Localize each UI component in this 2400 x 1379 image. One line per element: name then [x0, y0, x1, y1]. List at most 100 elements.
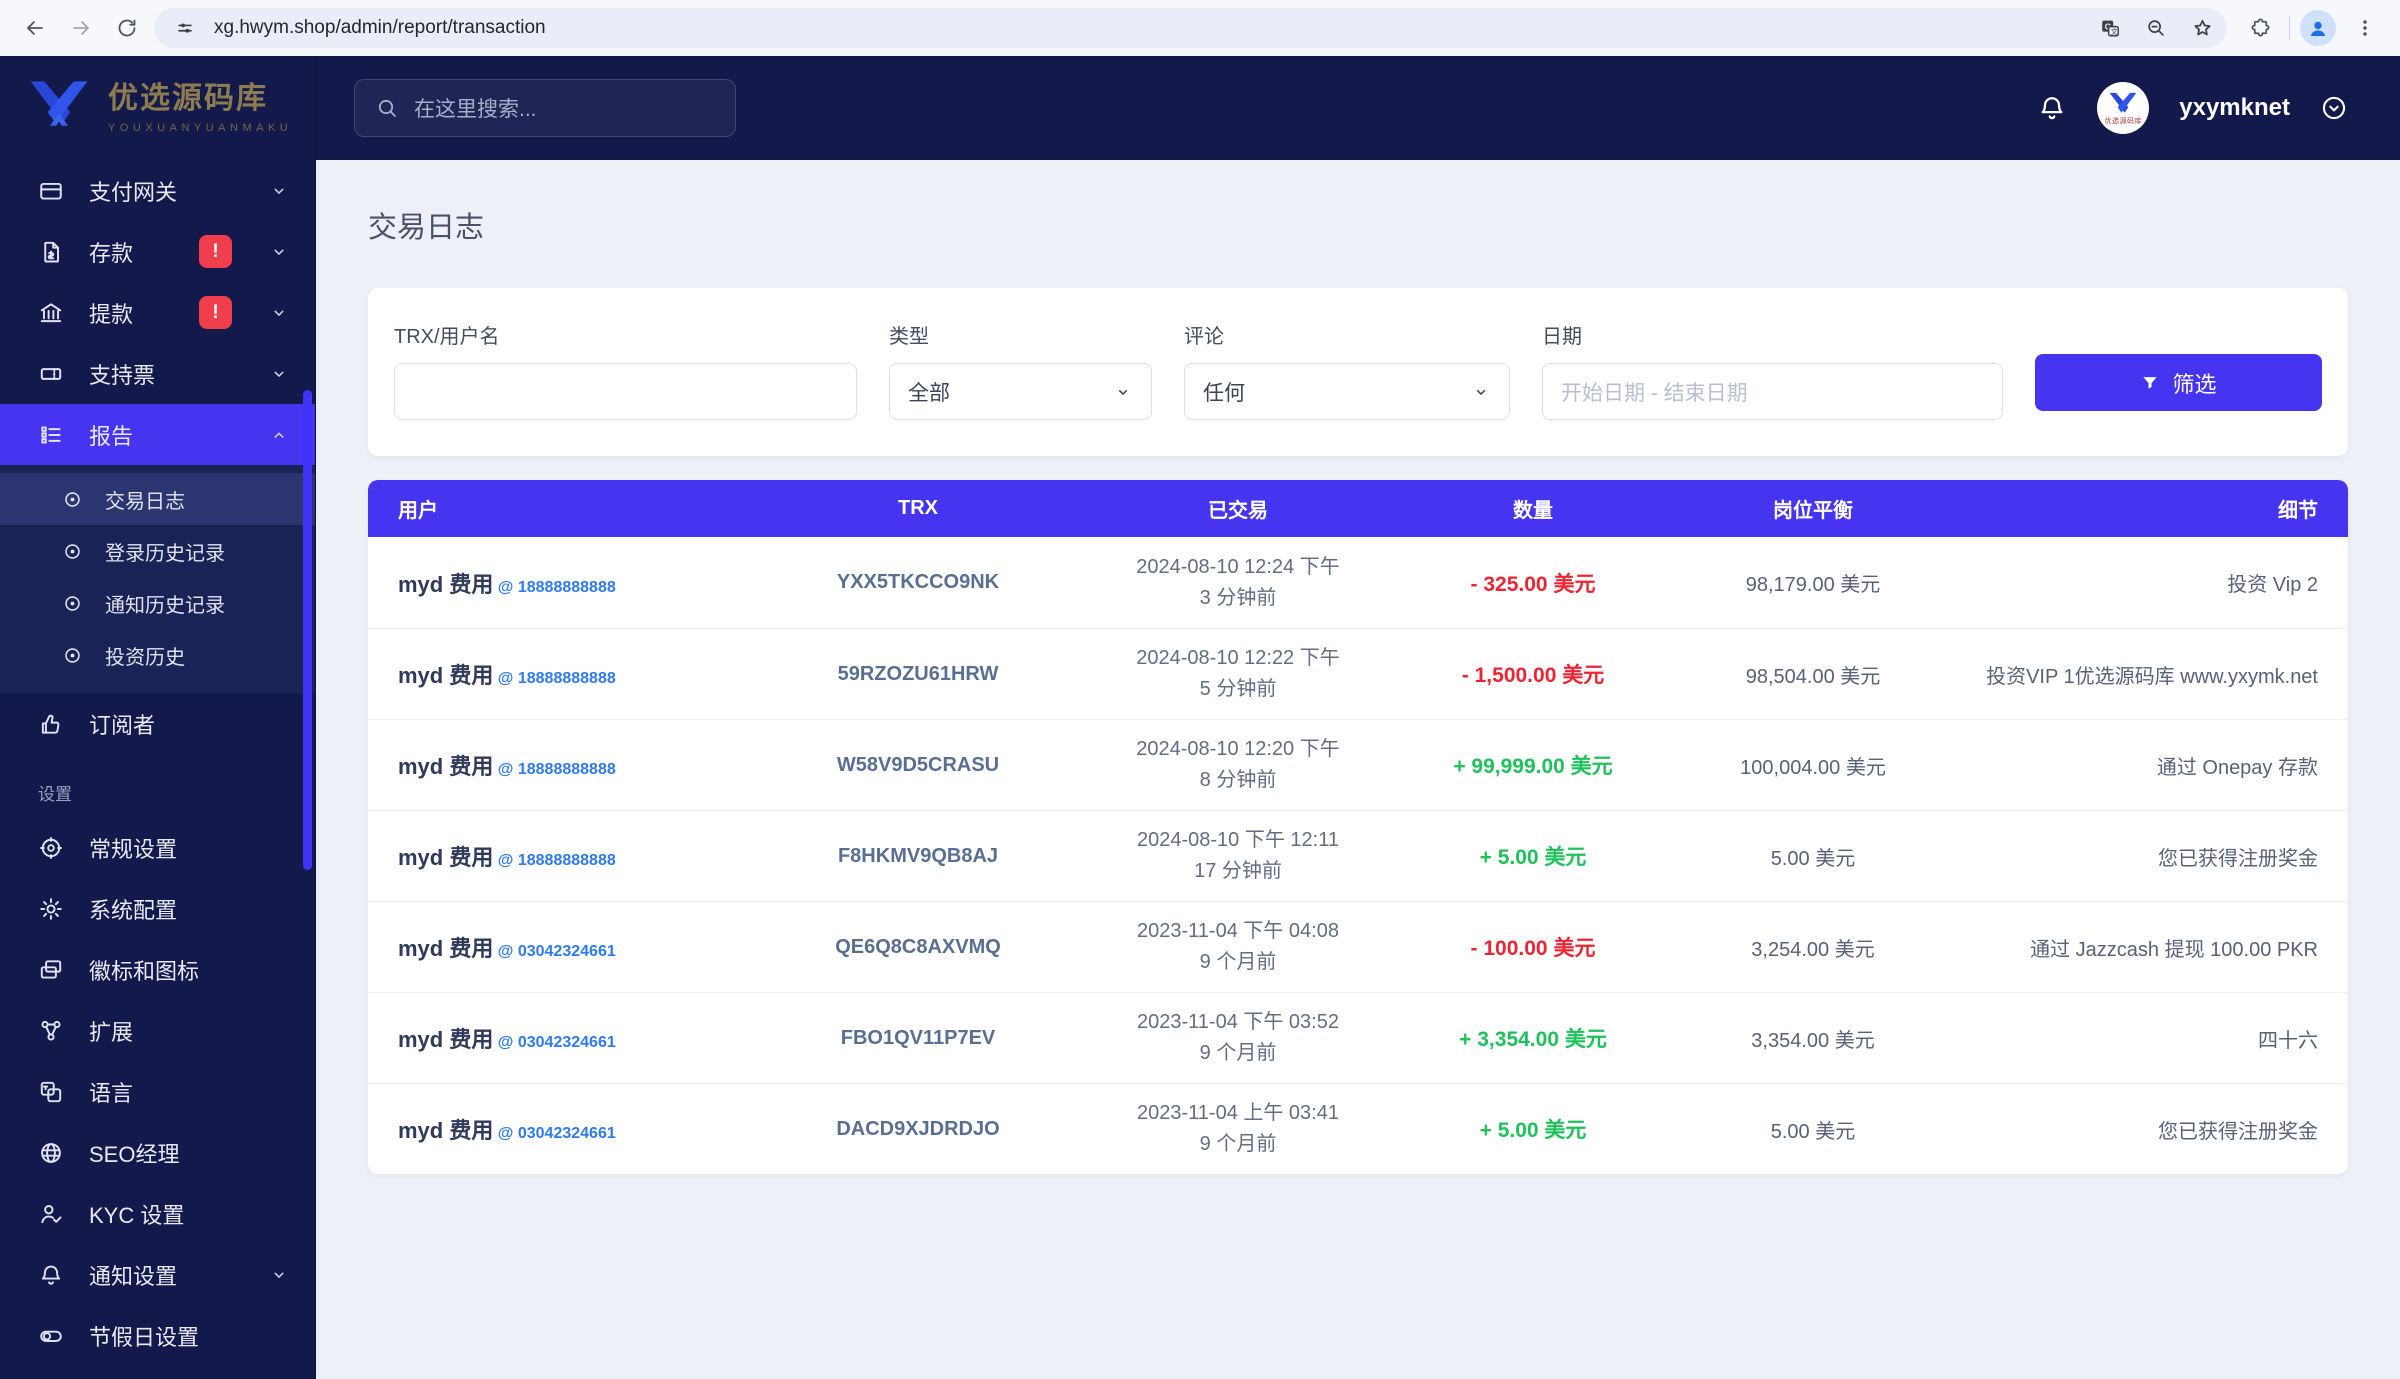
post-balance: 5.00 美元 — [1678, 1115, 1948, 1144]
user-avatar[interactable]: 优选源码库 — [2097, 82, 2149, 134]
transaction-date: 2023-11-04 下午 04:089 个月前 — [1088, 916, 1388, 978]
trx-code: F8HKMV9QB8AJ — [748, 845, 1088, 868]
user-link[interactable]: @ 18888888888 — [493, 670, 615, 687]
post-balance: 98,179.00 美元 — [1678, 568, 1948, 597]
browser-toolbar: xg.hwym.shop/admin/report/transaction G文 — [0, 0, 2400, 56]
filter-date-group: 日期 开始日期 - 结束日期 — [1542, 320, 2003, 420]
sidebar-menu: 支付网关存款!提款!支持票报告交易日志登录历史记录通知历史记录投资历史订阅者设置… — [0, 160, 315, 1379]
sidebar-item-settings-3[interactable]: 扩展 — [0, 1000, 315, 1061]
browser-actions — [2235, 9, 2384, 47]
sidebar-item-settings-0[interactable]: 常规设置 — [0, 817, 315, 878]
sidebar-item-settings-1[interactable]: 系统配置 — [0, 878, 315, 939]
table-row: myd 费用 @ 1888888888859RZOZU61HRW2024-08-… — [368, 628, 2348, 719]
sidebar-item-settings-8[interactable]: 节假日设置 — [0, 1305, 315, 1366]
amount: - 1,500.00 美元 — [1388, 659, 1678, 689]
sidebar-item-main-4[interactable]: 报告 — [0, 404, 315, 465]
gear-icon — [38, 896, 64, 922]
forward-icon[interactable] — [62, 9, 100, 47]
globe-icon — [38, 1140, 64, 1166]
trx-username-input[interactable] — [394, 363, 857, 420]
amount: - 325.00 美元 — [1388, 568, 1678, 598]
sidebar-item-main-2[interactable]: 提款! — [0, 282, 315, 343]
sidebar-item-main-3[interactable]: 支持票 — [0, 343, 315, 404]
content: 交易日志 TRX/用户名 类型 全部 评论 任何 — [316, 160, 2400, 1379]
sidebar-item-settings-5[interactable]: SEO经理 — [0, 1122, 315, 1183]
nodes-icon — [38, 1018, 64, 1044]
filter-button[interactable]: 筛选 — [2035, 354, 2322, 411]
post-balance: 3,354.00 美元 — [1678, 1024, 1948, 1053]
report-submenu: 交易日志登录历史记录通知历史记录投资历史 — [0, 465, 315, 693]
funnel-icon — [2140, 373, 2160, 393]
transaction-date: 2024-08-10 12:20 下午8 分钟前 — [1088, 734, 1388, 796]
topbar: 在这里搜索... 优选源码库 yxymknet — [316, 56, 2400, 160]
submenu-item-1[interactable]: 登录历史记录 — [0, 525, 315, 577]
credit-card-icon — [38, 178, 64, 204]
sidebar-item-label: 提款 — [89, 297, 174, 329]
detail: 通过 Jazzcash 提现 100.00 PKR — [1948, 933, 2318, 962]
back-icon[interactable] — [16, 9, 54, 47]
deposit-file-icon — [38, 239, 64, 265]
sidebar-item-main-1[interactable]: 存款! — [0, 221, 315, 282]
browser-profile-avatar[interactable] — [2300, 10, 2336, 46]
sidebar-item-label: 通知设置 — [89, 1259, 244, 1291]
trx-username-label: TRX/用户名 — [394, 320, 857, 349]
sidebar-item-main-0[interactable]: 支付网关 — [0, 160, 315, 221]
post-balance: 100,004.00 美元 — [1678, 751, 1948, 780]
post-balance: 3,254.00 美元 — [1678, 933, 1948, 962]
address-bar[interactable]: xg.hwym.shop/admin/report/transaction G文 — [154, 8, 2227, 48]
language-icon — [38, 1079, 64, 1105]
zoom-out-icon[interactable] — [2139, 11, 2173, 45]
sidebar-item-label: 徽标和图标 — [89, 954, 289, 986]
translate-icon[interactable]: G文 — [2093, 11, 2127, 45]
sidebar-item-settings-2[interactable]: 徽标和图标 — [0, 939, 315, 1000]
submenu-item-3[interactable]: 投资历史 — [0, 629, 315, 681]
reload-icon[interactable] — [108, 9, 146, 47]
detail: 四十六 — [1948, 1024, 2318, 1053]
type-select[interactable]: 全部 — [889, 363, 1152, 420]
submenu-item-0[interactable]: 交易日志 — [0, 473, 315, 525]
brand-title: 优选源码库 — [108, 73, 292, 117]
remark-select[interactable]: 任何 — [1184, 363, 1510, 420]
sidebar-item-main2-subscribers[interactable]: 订阅者 — [0, 693, 315, 754]
user-link[interactable]: @ 03042324661 — [493, 1034, 615, 1051]
user-link[interactable]: @ 18888888888 — [493, 579, 615, 596]
bookmark-star-icon[interactable] — [2185, 11, 2219, 45]
sidebar-item-label: 订阅者 — [89, 708, 289, 740]
sidebar-item-settings-7[interactable]: 通知设置 — [0, 1244, 315, 1305]
user-name: myd 费用 — [398, 754, 493, 779]
sidebar-item-settings-4[interactable]: 语言 — [0, 1061, 315, 1122]
sidebar-scrollbar[interactable] — [303, 390, 312, 870]
date-range-input[interactable]: 开始日期 - 结束日期 — [1542, 363, 2003, 420]
user-menu-chevron-icon[interactable] — [2320, 94, 2348, 122]
trx-code: W58V9D5CRASU — [748, 754, 1088, 777]
filter-card: TRX/用户名 类型 全部 评论 任何 — [368, 288, 2348, 456]
column-header-1: TRX — [748, 497, 1088, 520]
user-link[interactable]: @ 18888888888 — [493, 852, 615, 869]
sidebar-item-settings-6[interactable]: KYC 设置 — [0, 1183, 315, 1244]
submenu-item-2[interactable]: 通知历史记录 — [0, 577, 315, 629]
post-balance: 5.00 美元 — [1678, 842, 1948, 871]
table-row: myd 费用 @ 03042324661FBO1QV11P7EV2023-11-… — [368, 992, 2348, 1083]
user-link[interactable]: @ 03042324661 — [493, 943, 615, 960]
ticket-icon — [38, 361, 64, 387]
chevron-down-icon — [269, 364, 289, 384]
extensions-icon[interactable] — [2241, 9, 2279, 47]
sidebar: 优选源码库 YOUXUANYUANMAKU 支付网关存款!提款!支持票报告交易日… — [0, 56, 316, 1379]
table-row: myd 费用 @ 18888888888 W58V9D5CRASU2024-08-… — [368, 719, 2348, 810]
transactions-table: 用户TRX已交易数量岗位平衡细节 myd 费用 @ 18888888888YXX… — [368, 480, 2348, 1174]
trx-code: 59RZOZU61HRW — [748, 663, 1088, 686]
site-settings-icon[interactable] — [168, 11, 202, 45]
global-search-input[interactable]: 在这里搜索... — [354, 79, 736, 137]
brand-logo[interactable]: 优选源码库 YOUXUANYUANMAKU — [0, 56, 315, 146]
column-header-5: 细节 — [1948, 494, 2318, 523]
notifications-bell-icon[interactable] — [2037, 93, 2067, 123]
detail: 您已获得注册奖金 — [1948, 1115, 2318, 1144]
user-link[interactable]: @ 18888888888 — [493, 761, 615, 778]
user-link[interactable]: @ 03042324661 — [493, 1125, 615, 1142]
chevron-down-icon — [269, 242, 289, 262]
report-list-icon — [38, 422, 64, 448]
svg-text:文: 文 — [2111, 27, 2118, 36]
browser-menu-icon[interactable] — [2346, 9, 2384, 47]
amount: - 100.00 美元 — [1388, 932, 1678, 962]
transaction-date: 2023-11-04 上午 03:419 个月前 — [1088, 1098, 1388, 1160]
